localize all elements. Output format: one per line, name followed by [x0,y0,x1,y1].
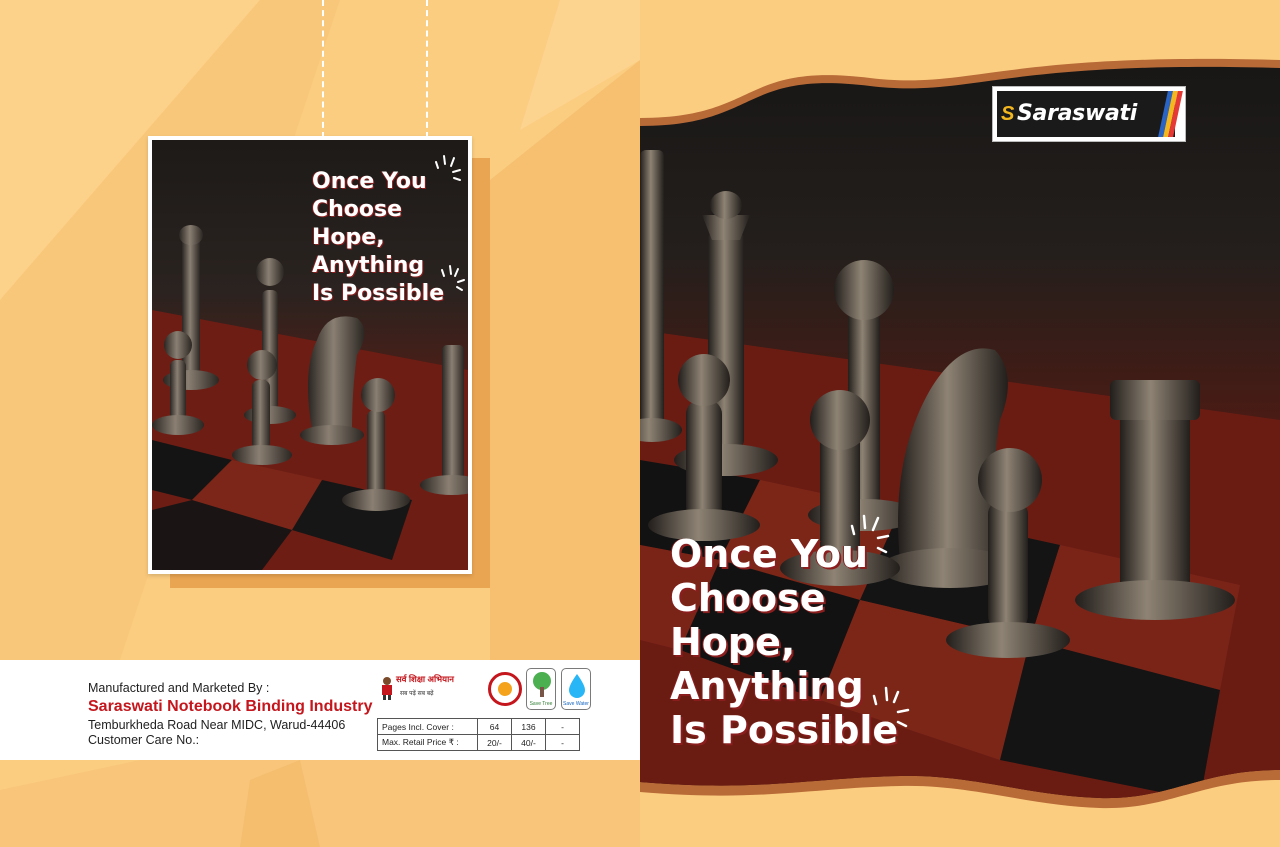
back-poster: Once You Choose Hope, Anything Is Possib… [148,136,472,574]
manufactured-label: Manufactured and Marketed By : [88,681,270,695]
student-icon [382,677,392,700]
back-cover: Once You Choose Hope, Anything Is Possib… [0,0,640,847]
sparkle-icon [872,686,910,728]
table-row: Pages Incl. Cover : 64 136 - [377,718,580,735]
save-water-label: Save Water [563,701,589,707]
table-row: Max. Retail Price ₹ : 20/- 40/- - [377,734,580,751]
abhiyan-badge: सर्व शिक्षा अभियान सब पढ़ें सब बढ़ें [378,668,484,712]
brand-logo: S Saraswati [992,86,1186,142]
table-cell: Max. Retail Price ₹ : [377,734,478,751]
table-cell: Pages Incl. Cover : [377,718,478,735]
customer-care: Customer Care No.: [88,733,200,747]
brand-name: Saraswati [1017,101,1138,126]
price-table: Pages Incl. Cover : 64 136 - Max. Retail… [377,718,580,751]
emblem-icon [488,672,522,706]
table-cell: 40/- [511,734,546,751]
sparkle-icon [441,265,465,291]
quote-line-2: Choose [312,197,403,222]
sparkle-icon [850,514,890,554]
save-water-badge: Save Water [561,668,591,710]
save-tree-badge: Save Tree [526,668,556,710]
abhiyan-text: सर्व शिक्षा अभियान [396,674,454,684]
company-address: Temburkheda Road Near MIDC, Warud-44406 [88,718,346,732]
swan-icon: S [1001,103,1015,125]
company-name: Saraswati Notebook Binding Industry [88,698,373,715]
water-drop-icon [569,674,585,698]
table-cell: 136 [511,718,546,735]
hanging-string-right [426,0,428,138]
abhiyan-subtext: सब पढ़ें सब बढ़ें [400,691,434,697]
tree-icon [533,672,551,697]
quote-line-2: Choose [670,576,826,620]
front-cover: S Saraswati Once You Choose Hope, Anythi… [640,0,1280,847]
logo-stripes [1158,91,1183,137]
sparkle-icon [435,155,461,181]
quote-line-3: Hope, [670,620,796,664]
hanging-string-left [322,0,324,138]
table-cell: 20/- [477,734,512,751]
badges: सर्व शिक्षा अभियान सब पढ़ें सब बढ़ें Sav… [378,668,593,712]
manufacturer-block: Manufactured and Marketed By : Saraswati… [88,680,372,748]
table-cell: 64 [477,718,512,735]
back-poster-image: Once You Choose Hope, Anything Is Possib… [152,140,468,570]
table-cell: - [545,734,580,751]
save-tree-label: Save Tree [529,701,553,707]
quote-line-3: Hope, [312,225,385,250]
logo-plate: S Saraswati [997,91,1175,137]
table-cell: - [545,718,580,735]
